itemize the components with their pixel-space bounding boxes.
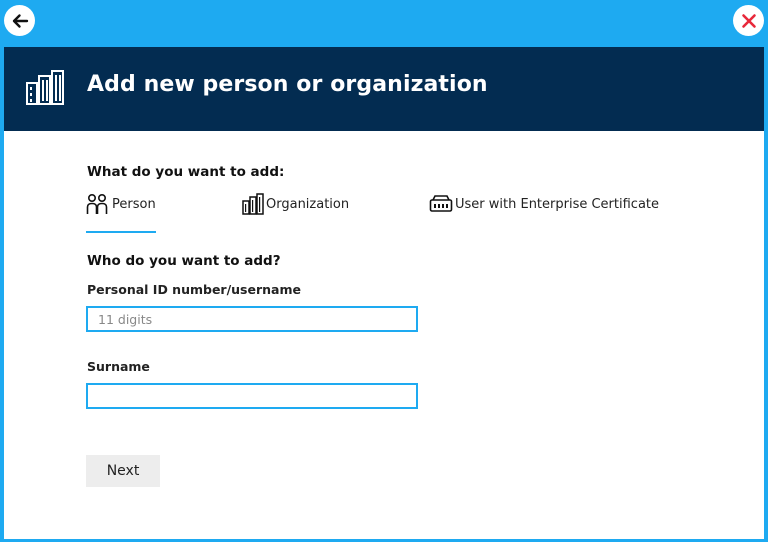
dialog-header: Add new person or organization xyxy=(4,47,764,131)
what-to-add-label: What do you want to add: xyxy=(87,164,285,180)
type-option-person[interactable]: Person xyxy=(86,187,156,233)
close-button[interactable] xyxy=(733,5,764,36)
building-icon xyxy=(26,70,64,105)
type-option-label: User with Enterprise Certificate xyxy=(455,197,660,212)
surname-input[interactable] xyxy=(86,383,418,409)
title-bar xyxy=(0,0,768,47)
personal-id-input[interactable] xyxy=(86,306,418,332)
building-icon xyxy=(242,193,264,215)
certificate-device-icon xyxy=(429,195,453,212)
person-icon xyxy=(86,193,108,214)
dialog-body: What do you want to add: Person Organiza… xyxy=(4,131,764,539)
dialog-title: Add new person or organization xyxy=(87,72,488,97)
surname-label: Surname xyxy=(87,359,150,374)
who-to-add-label: Who do you want to add? xyxy=(87,253,281,269)
back-button[interactable] xyxy=(4,5,35,36)
close-x-icon xyxy=(741,13,756,28)
type-option-label: Organization xyxy=(266,197,350,212)
arrow-left-icon xyxy=(12,13,28,28)
type-option-organization[interactable]: Organization xyxy=(242,187,349,231)
next-button[interactable]: Next xyxy=(86,455,160,487)
personal-id-label: Personal ID number/username xyxy=(87,282,301,297)
type-option-label: Person xyxy=(112,197,156,212)
type-option-enterprise-certificate[interactable]: User with Enterprise Certificate xyxy=(429,187,659,231)
entity-type-selector: Person Organization User with Enterprise… xyxy=(4,187,764,233)
